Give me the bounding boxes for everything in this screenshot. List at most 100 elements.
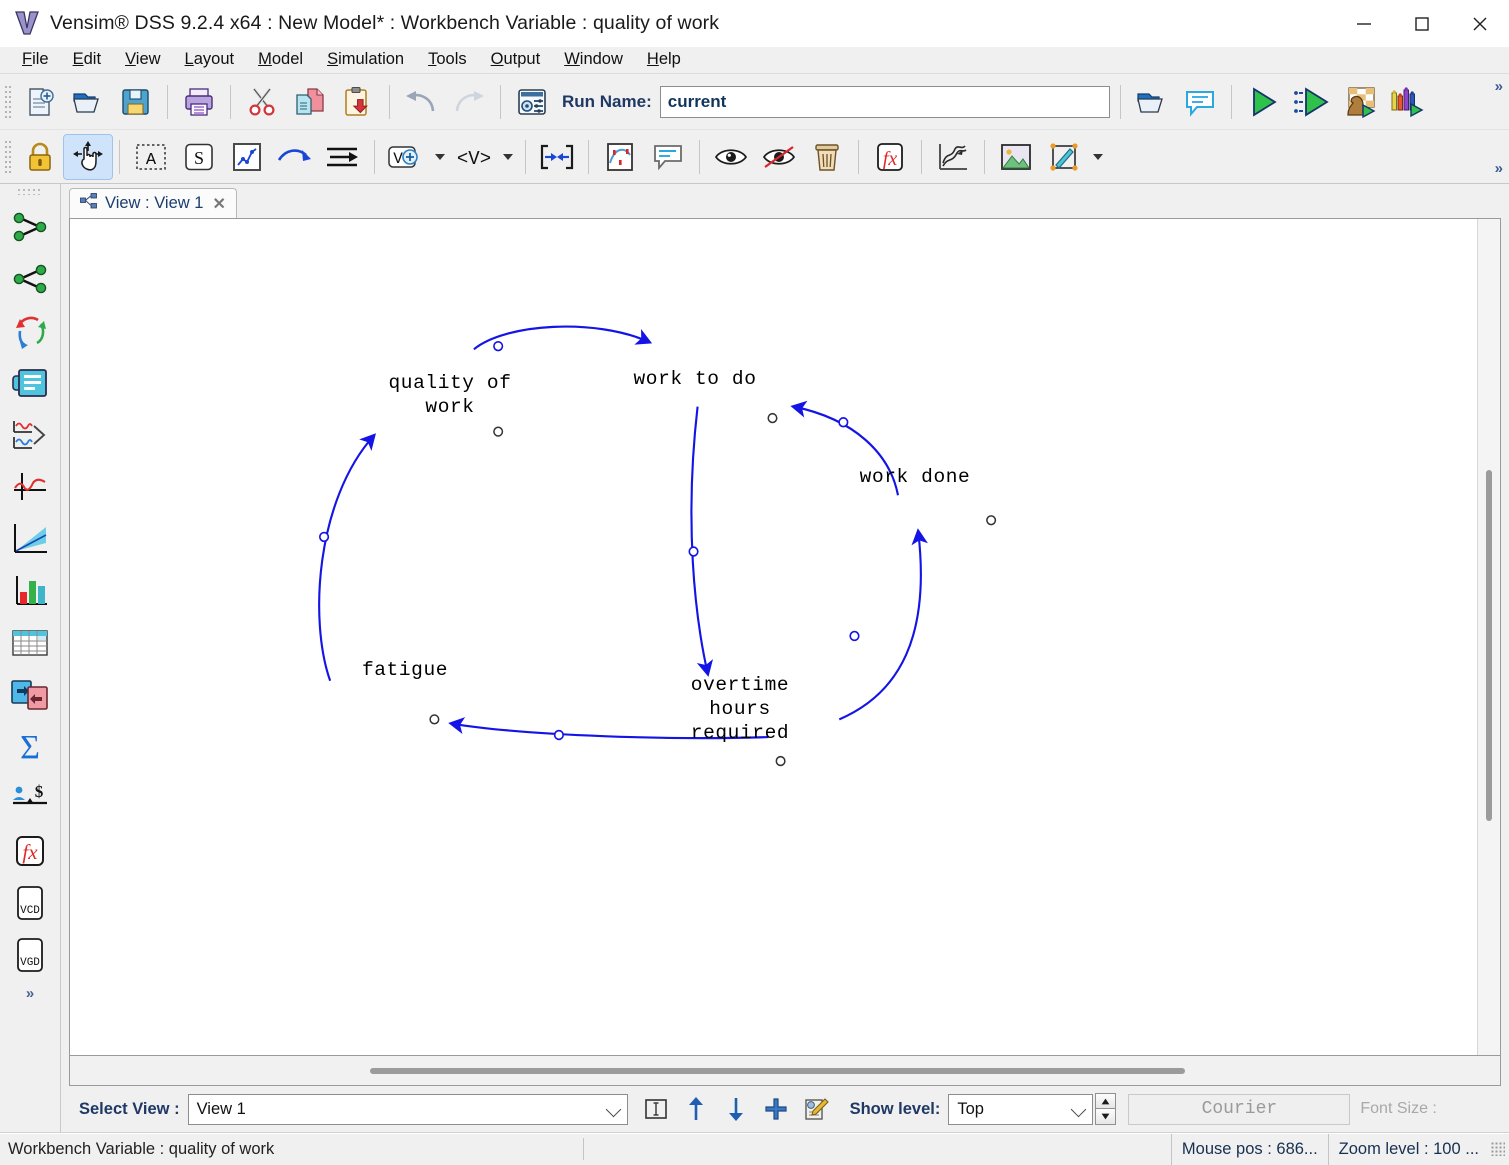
node-label-fatigue[interactable]: fatigue	[325, 658, 485, 682]
tab-close-icon[interactable]: ✕	[210, 194, 227, 214]
show-level-combo[interactable]: Top	[948, 1094, 1093, 1125]
font-name-display[interactable]: Courier	[1128, 1094, 1350, 1125]
vertical-scroll-thumb[interactable]	[1486, 470, 1492, 821]
cut-button[interactable]	[238, 80, 286, 124]
show-tool[interactable]	[707, 135, 755, 179]
window-resize-grip[interactable]	[1491, 1142, 1505, 1156]
add-variable-tool[interactable]: V	[382, 135, 430, 179]
menu-simulation[interactable]: Simulation	[315, 47, 416, 73]
sidebar-item-document[interactable]	[4, 357, 56, 409]
image-tool[interactable]	[992, 135, 1040, 179]
horizontal-scroll-thumb[interactable]	[370, 1068, 1185, 1074]
link-fatigue-to-quality-of-work[interactable]	[319, 436, 374, 681]
sidebar-grip[interactable]	[17, 188, 43, 195]
sketch-toolbar-overflow-chevron[interactable]: »	[1495, 160, 1503, 177]
angle-v-dropdown-caret[interactable]	[498, 135, 518, 179]
sensitivity-button[interactable]	[1383, 80, 1431, 124]
input-output-tool[interactable]	[596, 135, 644, 179]
copy-button[interactable]	[286, 80, 334, 124]
sidebar-item-equations[interactable]: fx	[4, 825, 56, 877]
sidebar-item-table[interactable]	[4, 617, 56, 669]
node-label-overtime-hours-required[interactable]: overtime hours required	[625, 673, 855, 745]
link-handle[interactable]	[494, 342, 503, 351]
sidebar-overflow-chevron[interactable]: »	[26, 985, 34, 1002]
minimize-button[interactable]	[1335, 0, 1393, 47]
save-model-button[interactable]	[112, 80, 160, 124]
node-label-work-done[interactable]: work done	[800, 465, 1030, 489]
link-handle[interactable]	[689, 547, 698, 556]
paste-button[interactable]	[334, 80, 382, 124]
sidebar-item-vcd[interactable]: VCD	[4, 877, 56, 929]
move-view-up-button[interactable]	[676, 1089, 716, 1129]
add-view-button[interactable]	[756, 1089, 796, 1129]
view-settings-button[interactable]	[796, 1089, 836, 1129]
variable-handle[interactable]	[494, 427, 503, 436]
menu-layout[interactable]: Layout	[173, 47, 247, 73]
spinner-down-button[interactable]	[1095, 1109, 1116, 1125]
simulate-button[interactable]	[1239, 80, 1287, 124]
comment-tool[interactable]	[644, 135, 692, 179]
variable-handle[interactable]	[768, 414, 777, 423]
sidebar-item-causes-tree[interactable]	[4, 201, 56, 253]
reference-modes-tool[interactable]	[929, 135, 977, 179]
comment-run-button[interactable]	[1176, 80, 1224, 124]
angle-v-tool[interactable]: <V>	[450, 135, 498, 179]
game-button[interactable]	[1335, 80, 1383, 124]
menu-model[interactable]: Model	[246, 47, 315, 73]
toolbar-grip[interactable]	[4, 140, 13, 174]
canvas-horizontal-scrollbar[interactable]	[69, 1056, 1501, 1086]
spinner-up-button[interactable]	[1095, 1093, 1116, 1109]
sidebar-item-vgd[interactable]: VGD	[4, 929, 56, 981]
toolbar-overflow-chevron[interactable]: »	[1495, 78, 1503, 95]
move-size-tool[interactable]	[64, 135, 112, 179]
undo-button[interactable]	[397, 80, 445, 124]
sidebar-item-bar-graph[interactable]	[4, 565, 56, 617]
sidebar-item-causes-strip[interactable]	[4, 409, 56, 461]
variable-handle[interactable]	[430, 715, 439, 724]
node-label-work-to-do[interactable]: work to do	[570, 367, 820, 391]
variable-tool[interactable]: A	[127, 135, 175, 179]
show-level-spinner[interactable]	[1095, 1093, 1116, 1125]
redo-button[interactable]	[445, 80, 493, 124]
menu-file[interactable]: File	[10, 47, 61, 73]
menu-window[interactable]: Window	[552, 47, 635, 73]
variable-handle[interactable]	[776, 757, 785, 766]
menu-view[interactable]: View	[113, 47, 172, 73]
link-handle[interactable]	[850, 632, 859, 641]
sidebar-item-uses-tree[interactable]	[4, 253, 56, 305]
rate-tool[interactable]	[319, 135, 367, 179]
run-name-input[interactable]	[660, 86, 1110, 118]
menu-edit[interactable]: Edit	[61, 47, 113, 73]
arrow-tool[interactable]	[271, 135, 319, 179]
menu-tools[interactable]: Tools	[416, 47, 479, 73]
sidebar-item-sensitivity-graph[interactable]	[4, 513, 56, 565]
print-button[interactable]	[175, 80, 223, 124]
hide-tool[interactable]	[755, 135, 803, 179]
add-variable-dropdown-caret[interactable]	[430, 135, 450, 179]
link-work-to-do-to-overtime-hours[interactable]	[691, 407, 707, 674]
select-view-combo[interactable]: View 1	[188, 1094, 628, 1125]
sketch-edit-tool[interactable]	[1040, 135, 1088, 179]
simulation-setup-button[interactable]	[508, 80, 556, 124]
lock-tool[interactable]	[16, 135, 64, 179]
variable-handle[interactable]	[987, 516, 996, 525]
open-model-button[interactable]	[64, 80, 112, 124]
node-label-quality-of-work[interactable]: quality of work	[360, 371, 540, 419]
delete-tool[interactable]	[803, 135, 851, 179]
toolbar-grip[interactable]	[4, 85, 13, 119]
merge-tool[interactable]	[533, 135, 581, 179]
shadow-variable-tool[interactable]: S	[175, 135, 223, 179]
load-run-button[interactable]	[1128, 80, 1176, 124]
diagram-canvas[interactable]: quality of work work to do work done ove…	[70, 219, 1477, 1055]
synthesim-button[interactable]	[1287, 80, 1335, 124]
sidebar-item-runs-compare[interactable]	[4, 669, 56, 721]
maximize-button[interactable]	[1393, 0, 1451, 47]
sidebar-item-units-check[interactable]: $	[4, 773, 56, 825]
menu-output[interactable]: Output	[479, 47, 553, 73]
lookup-tool[interactable]	[223, 135, 271, 179]
link-handle[interactable]	[555, 731, 564, 740]
tab-view-1[interactable]: View : View 1 ✕	[69, 188, 237, 218]
close-button[interactable]	[1451, 0, 1509, 47]
sketch-edit-dropdown-caret[interactable]	[1088, 135, 1108, 179]
sidebar-item-graph[interactable]	[4, 461, 56, 513]
